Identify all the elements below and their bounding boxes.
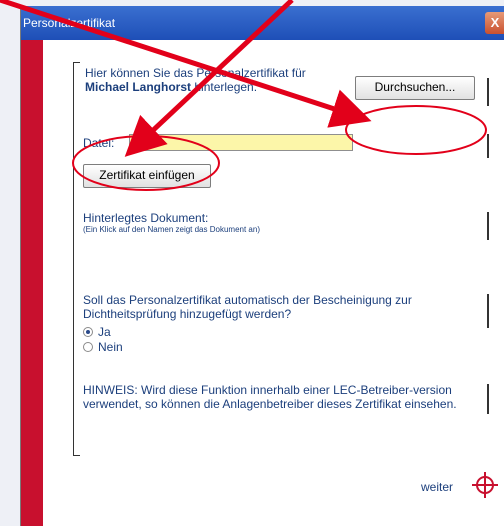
divider [487,78,489,106]
divider [487,134,489,158]
browse-button[interactable]: Durchsuchen... [355,76,475,100]
radio-no-label: Nein [98,340,123,354]
radio-no[interactable]: Nein [83,340,123,354]
accent-bar [21,40,43,526]
window-title: Personalzertifikat [23,16,116,30]
file-label: Datei: [83,136,115,150]
radio-checked-icon[interactable] [83,327,93,337]
crosshair-icon[interactable] [471,471,499,499]
dialog-window: Personalzertifikat X Hier können Sie das… [20,6,504,526]
intro-line1: Hier können Sie das Personalzertifikat f… [85,66,306,80]
next-link[interactable]: weiter [421,480,453,494]
hint-text: HINWEIS: Wird diese Funktion innerhalb e… [83,383,457,411]
question-text: Soll das Personalzertifikat automatisch … [83,293,412,321]
document-note: (Ein Klick auf den Namen zeigt das Dokum… [83,225,260,234]
radio-unchecked-icon[interactable] [83,342,93,352]
title-bar: Personalzertifikat X [21,6,504,40]
intro-text: Hier können Sie das Personalzertifikat f… [85,66,306,94]
user-name: Michael Langhorst [85,80,192,94]
panel-bracket [73,62,80,456]
radio-yes-label: Ja [98,325,111,339]
divider [487,212,489,240]
intro-line2: Michael Langhorst hinterlegen. [85,80,306,94]
insert-certificate-button[interactable]: Zertifikat einfügen [83,164,211,188]
divider [487,384,489,414]
radio-yes[interactable]: Ja [83,325,111,339]
close-icon[interactable]: X [485,12,504,34]
file-input[interactable] [129,134,353,151]
divider [487,294,489,328]
intro-suffix: hinterlegen. [191,80,258,94]
document-heading: Hinterlegtes Dokument: [83,211,209,225]
